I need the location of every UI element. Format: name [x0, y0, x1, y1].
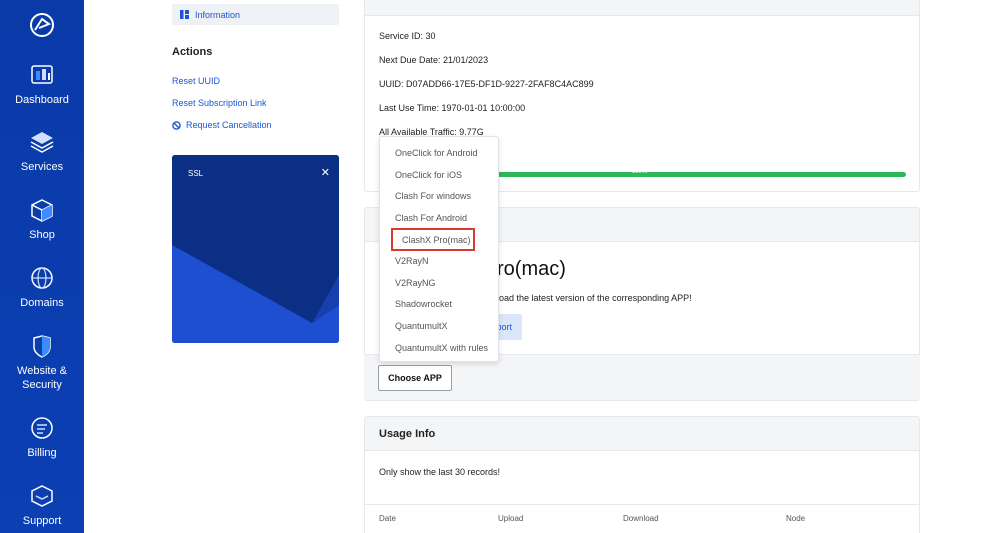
page-root: Dashboard Services Shop Domains Website …: [0, 0, 990, 533]
sidebar-item-dashboard[interactable]: Dashboard: [0, 63, 84, 107]
traffic-progress-label: 100%: [632, 169, 648, 175]
dropdown-option-selected[interactable]: ClashX Pro(mac): [391, 228, 475, 251]
brand-logo-icon[interactable]: [29, 12, 55, 38]
sidebar-item-domains[interactable]: Domains: [0, 266, 84, 310]
sidebar-item-services[interactable]: Services: [0, 130, 84, 174]
sidebar-item-website-security[interactable]: Website & Security: [0, 334, 84, 392]
sidebar-label-website-line1: Website &: [17, 365, 67, 377]
dashboard-icon: [31, 65, 53, 84]
services-icon: [30, 132, 54, 153]
sidebar: Dashboard Services Shop Domains Website …: [0, 0, 84, 533]
dropdown-option[interactable]: Clash For windows: [380, 186, 500, 206]
tab-information-label: Information: [195, 9, 241, 20]
usage-info-header: [365, 417, 919, 451]
traffic-progress-bar: [497, 172, 906, 177]
column-header-download: Download: [623, 514, 659, 523]
grid-icon: [180, 10, 189, 19]
support-icon: [31, 485, 53, 507]
usage-note: Only show the last 30 records!: [379, 467, 501, 477]
last-use-time: Last Use Time: 1970-01-01 10:00:00: [379, 103, 526, 113]
dropdown-option[interactable]: Shadowrocket: [380, 294, 500, 314]
tab-information[interactable]: Information: [172, 4, 339, 25]
shield-icon: [33, 335, 51, 358]
dropdown-option[interactable]: OneClick for iOS: [380, 165, 500, 185]
choose-app-label: Choose APP: [388, 373, 442, 383]
column-header-date: Date: [379, 514, 396, 523]
dropdown-option[interactable]: Clash For Android: [380, 208, 500, 228]
sidebar-label-shop: Shop: [29, 229, 55, 241]
ssl-card-background: [172, 155, 339, 343]
app-dropdown-menu: OneClick for Android OneClick for iOS Cl…: [379, 136, 499, 362]
close-icon[interactable]: ✕: [321, 166, 330, 179]
ssl-card: SSL ✕: [172, 155, 339, 343]
choose-app-button[interactable]: Choose APP: [378, 365, 452, 391]
sidebar-label-domains: Domains: [20, 297, 64, 309]
next-due-date: Next Due Date: 21/01/2023: [379, 55, 489, 65]
shop-icon: [31, 199, 53, 222]
request-cancellation-label: Request Cancellation: [186, 120, 272, 130]
sidebar-label-services: Services: [20, 161, 64, 173]
actions-title: Actions: [172, 46, 213, 58]
sidebar-item-shop[interactable]: Shop: [0, 198, 84, 242]
app-title: ro(mac): [497, 258, 566, 280]
billing-icon: [31, 417, 53, 439]
ban-icon: [172, 120, 181, 130]
column-header-node: Node: [786, 514, 806, 523]
sidebar-item-billing[interactable]: Billing: [0, 416, 84, 460]
usage-divider: [365, 504, 919, 505]
dropdown-option[interactable]: QuantumultX with rules: [380, 338, 500, 358]
dropdown-option[interactable]: V2RayNG: [380, 273, 500, 293]
dropdown-option[interactable]: OneClick for Android: [380, 143, 500, 163]
download-instruction: load the latest version of the correspon…: [497, 293, 692, 303]
dropdown-option[interactable]: V2RayN: [380, 251, 500, 271]
dropdown-option[interactable]: QuantumultX: [380, 316, 500, 336]
sidebar-label-billing: Billing: [27, 447, 57, 459]
reset-uuid-link[interactable]: Reset UUID: [172, 76, 220, 86]
request-cancellation-link[interactable]: Request Cancellation: [172, 120, 272, 130]
ssl-card-title: SSL: [188, 169, 204, 178]
sidebar-label-support: Support: [22, 515, 62, 527]
sidebar-item-support[interactable]: Support: [0, 484, 84, 528]
usage-info-title: Usage Info: [379, 428, 436, 440]
service-info-header: [365, 0, 919, 16]
column-header-upload: Upload: [498, 514, 524, 523]
uuid-value: UUID: D07ADD66-17E5-DF1D-9227-2FAF8C4AC8…: [379, 79, 594, 89]
reset-subscription-link[interactable]: Reset Subscription Link: [172, 98, 267, 108]
sidebar-label-website-line2: Security: [22, 379, 62, 391]
globe-icon: [31, 267, 53, 289]
sidebar-label-dashboard: Dashboard: [15, 94, 69, 106]
service-id: Service ID: 30: [379, 31, 436, 41]
